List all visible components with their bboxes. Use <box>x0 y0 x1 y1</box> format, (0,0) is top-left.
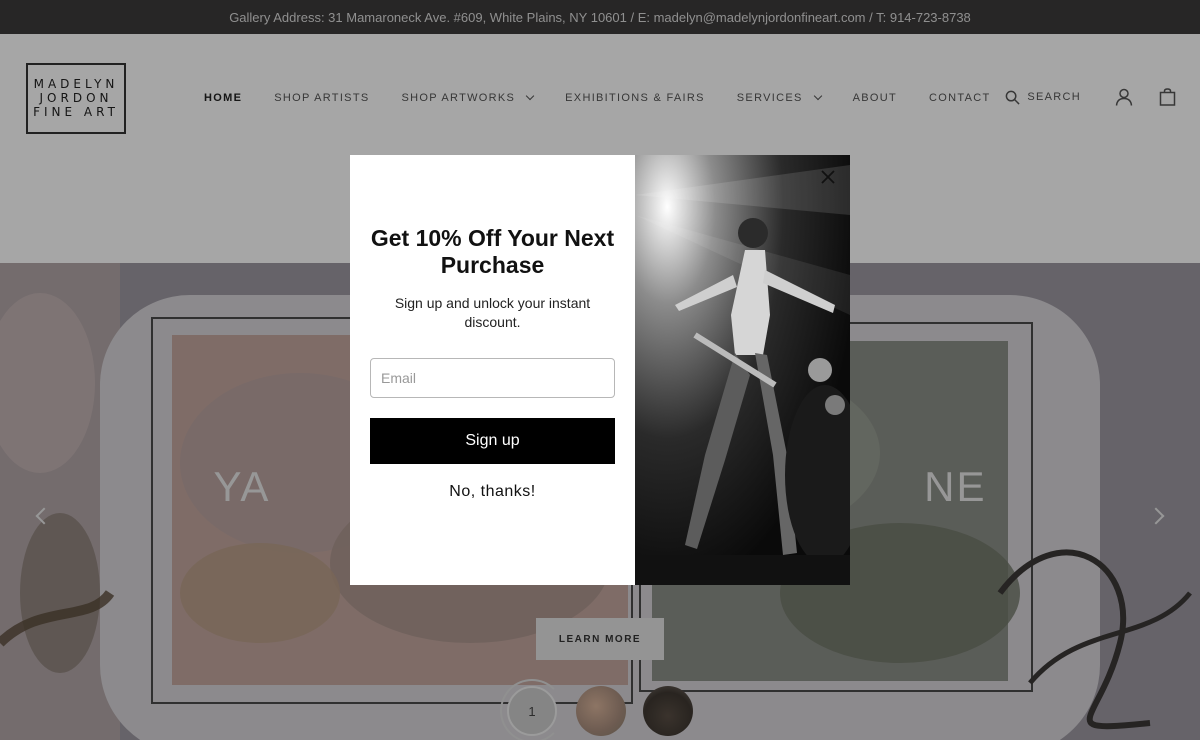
popup-title: Get 10% Off Your Next Purchase <box>370 225 615 278</box>
popup-form-panel: Get 10% Off Your Next Purchase Sign up a… <box>350 155 635 585</box>
signup-button[interactable]: Sign up <box>370 418 615 464</box>
popup-image <box>635 155 850 585</box>
close-icon[interactable] <box>820 169 836 185</box>
popup-photo <box>635 155 850 585</box>
email-field[interactable] <box>370 358 615 398</box>
discount-popup: Get 10% Off Your Next Purchase Sign up a… <box>350 155 850 585</box>
popup-subtitle: Sign up and unlock your instant discount… <box>394 295 591 330</box>
no-thanks-link[interactable]: No, thanks! <box>370 483 615 501</box>
